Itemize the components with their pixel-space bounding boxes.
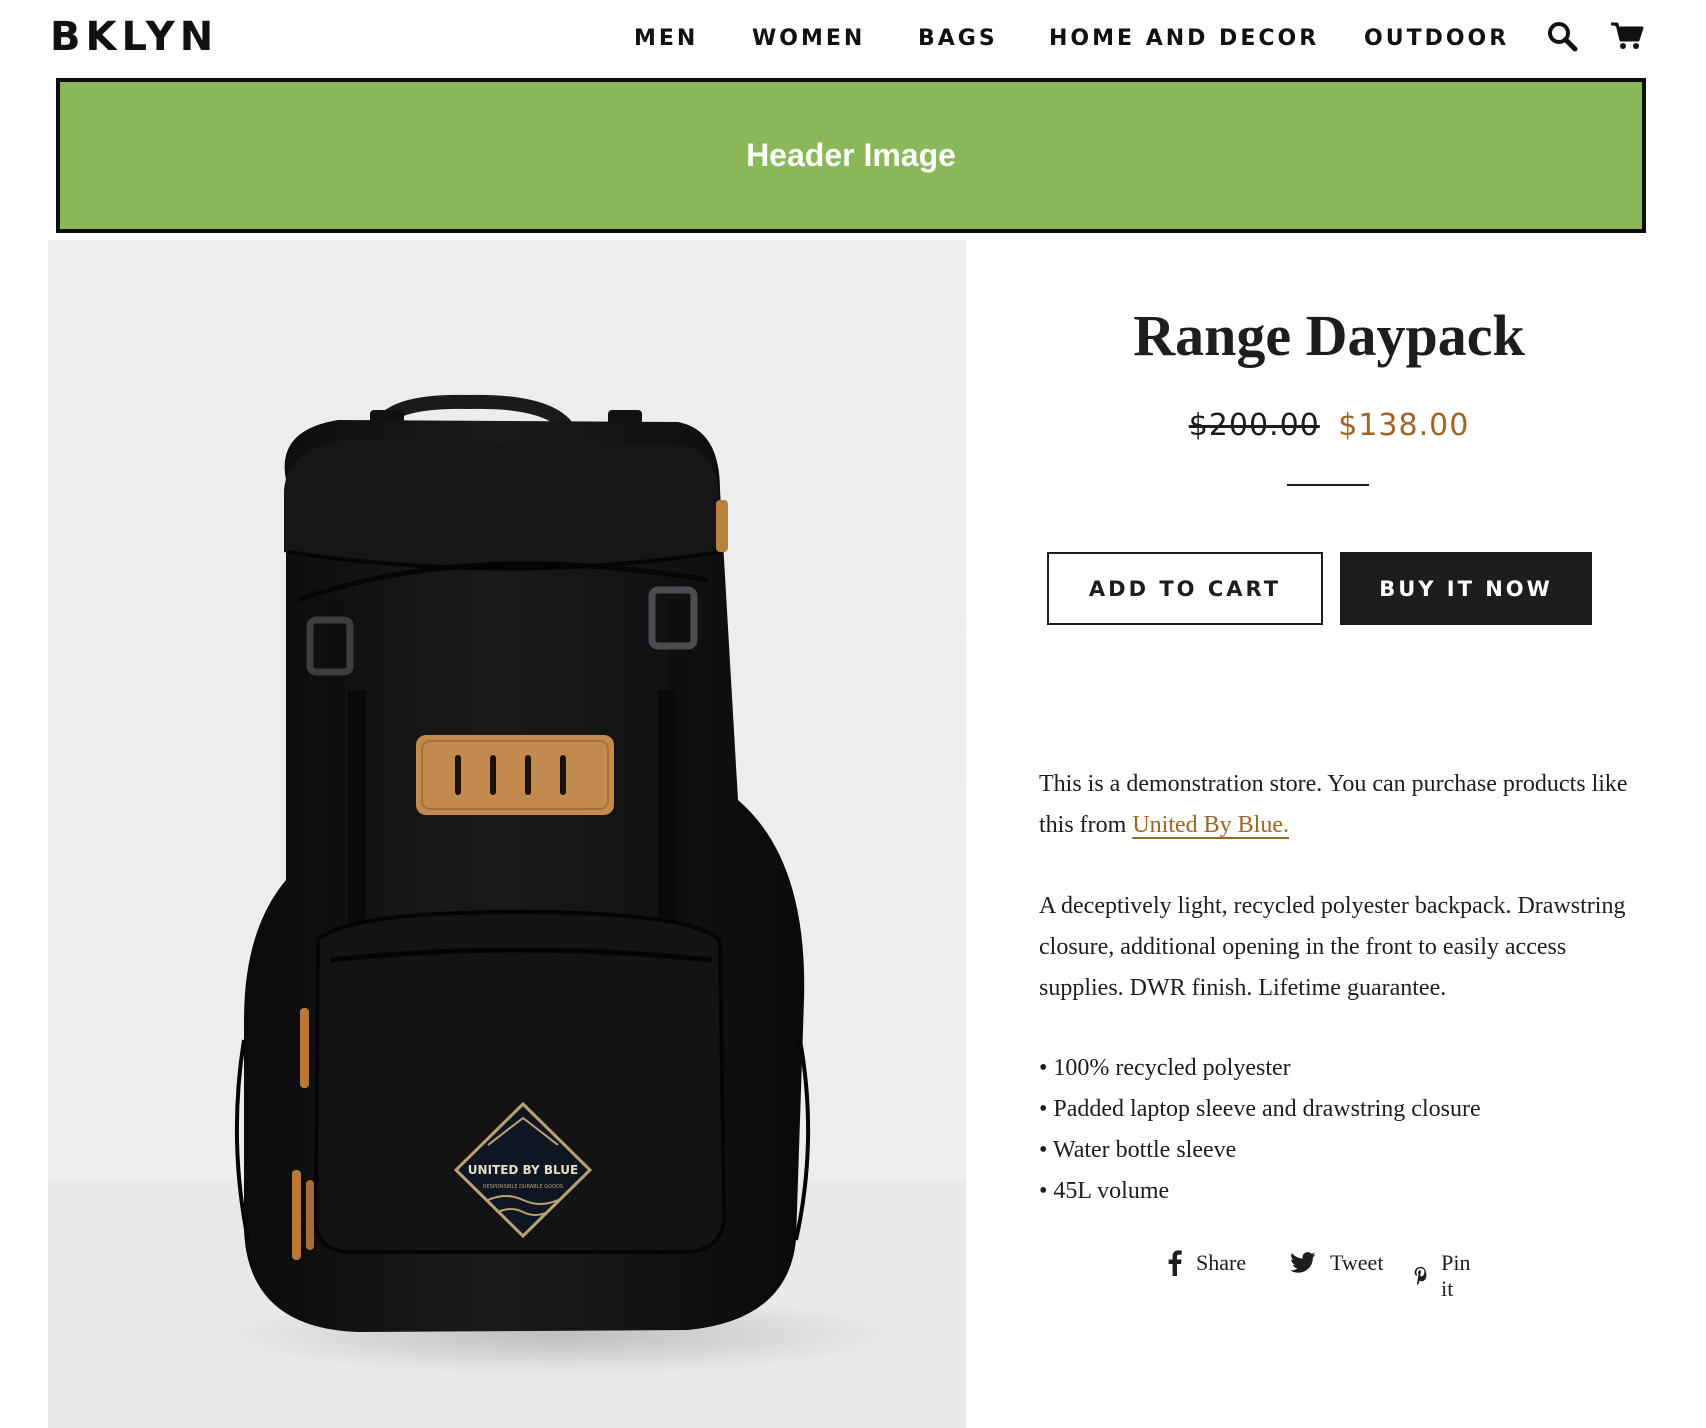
nav-item-women[interactable]: WOMEN	[752, 26, 865, 51]
brand-patch-subtext: RESPONSIBLE DURABLE GOODS	[483, 1184, 563, 1190]
share-facebook-button[interactable]: Share	[1168, 1250, 1246, 1276]
share-pinterest-button[interactable]: Pin it	[1414, 1250, 1475, 1302]
feature-list: • 100% recycled polyester • Padded lapto…	[1039, 1048, 1639, 1212]
header-image-banner: Header Image	[56, 78, 1646, 233]
intro-text: This is a demonstration store. You can p…	[1039, 771, 1628, 838]
price-block: $200.00 $138.00	[1000, 408, 1658, 443]
product-title: Range Daypack	[1133, 303, 1525, 368]
product-description: A deceptively light, recycled polyester …	[1039, 893, 1626, 1001]
product-intro: This is a demonstration store. You can p…	[1039, 764, 1639, 846]
nav-item-men[interactable]: MEN	[634, 26, 698, 51]
backpack-illustration: UNITED BY BLUE RESPONSIBLE DURABLE GOODS	[48, 394, 966, 1428]
share-label: Tweet	[1330, 1250, 1384, 1275]
add-to-cart-button[interactable]: ADD TO CART	[1047, 552, 1323, 625]
pinterest-icon	[1414, 1266, 1427, 1286]
facebook-icon	[1168, 1250, 1182, 1276]
store-logo[interactable]: BKLYN	[50, 14, 218, 60]
nav-item-bags[interactable]: BAGS	[918, 26, 998, 51]
nav-item-home-and-decor[interactable]: HOME AND DECOR	[1049, 26, 1319, 51]
price-sale: $138.00	[1338, 408, 1470, 443]
share-twitter-button[interactable]: Tweet	[1290, 1250, 1383, 1276]
list-item: • Padded laptop sleeve and drawstring cl…	[1039, 1096, 1481, 1122]
twitter-icon	[1290, 1252, 1316, 1273]
list-item: • 45L volume	[1039, 1178, 1170, 1204]
list-item: • Water bottle sleeve	[1039, 1137, 1237, 1163]
share-label: Pin it	[1441, 1250, 1471, 1301]
buy-it-now-button[interactable]: BUY IT NOW	[1340, 552, 1592, 625]
cart-icon[interactable]	[1610, 20, 1644, 57]
search-icon[interactable]	[1546, 20, 1578, 57]
brand-patch-text: UNITED BY BLUE	[468, 1163, 578, 1177]
banner-text: Header Image	[746, 137, 956, 173]
product-image: UNITED BY BLUE RESPONSIBLE DURABLE GOODS	[48, 240, 966, 1428]
share-label: Share	[1196, 1250, 1247, 1275]
price-original: $200.00	[1188, 408, 1320, 443]
title-divider	[1287, 484, 1369, 486]
nav-item-outdoor[interactable]: OUTDOOR	[1364, 26, 1509, 51]
list-item: • 100% recycled polyester	[1039, 1055, 1291, 1081]
united-by-blue-link[interactable]: United By Blue.	[1132, 812, 1289, 838]
